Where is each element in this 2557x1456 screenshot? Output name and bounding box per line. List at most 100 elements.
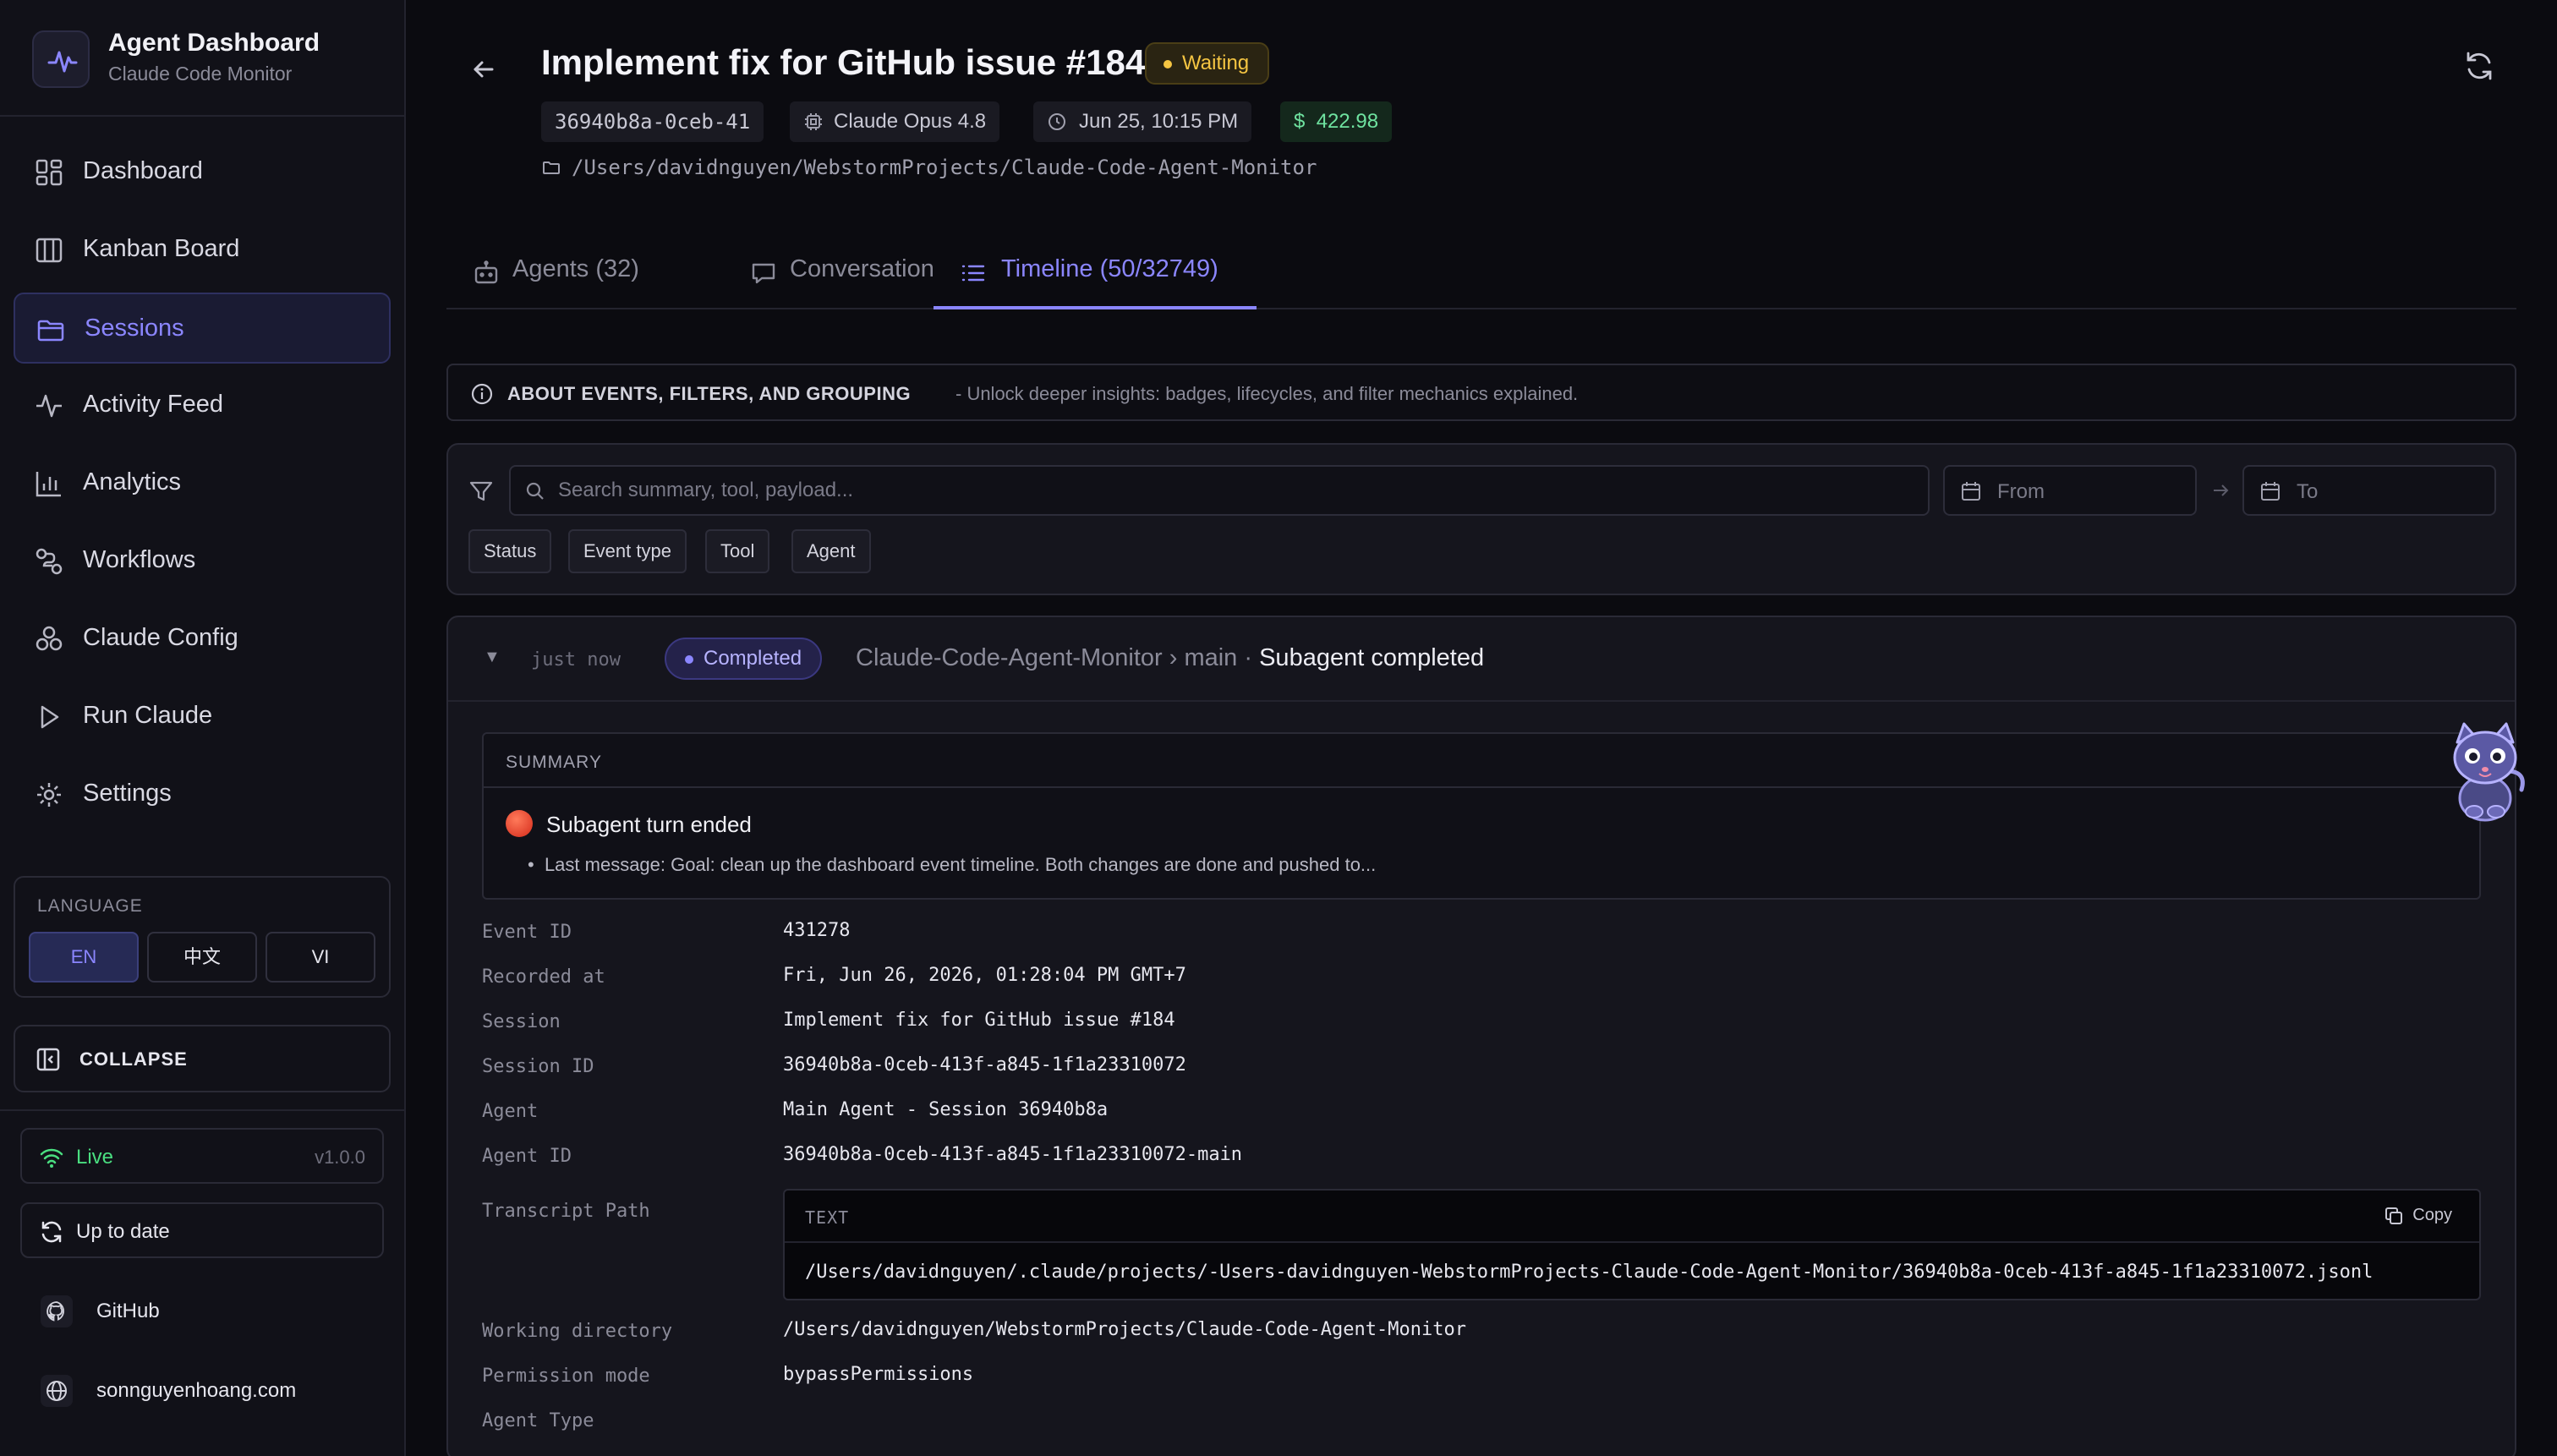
sidebar-item-sessions[interactable]: Sessions (14, 293, 391, 364)
live-label: Live (76, 1146, 114, 1169)
agent-id-key: Agent ID (482, 1146, 572, 1167)
sidebar-item-settings[interactable]: Settings (14, 759, 391, 830)
cost-label: 422.98 (1316, 110, 1379, 133)
list-icon (961, 265, 985, 282)
page-title: Implement fix for GitHub issue #184 (541, 42, 1146, 82)
from-date-input[interactable]: From (1943, 465, 2197, 516)
sidebar-item-label: Run Claude (83, 702, 213, 729)
sidebar-item-run-claude[interactable]: Run Claude (14, 681, 391, 753)
language-vi-button[interactable]: VI (266, 932, 375, 983)
sidebar-item-dashboard[interactable]: Dashboard (14, 137, 391, 208)
copy-button[interactable]: Copy (2384, 1206, 2452, 1225)
dollar-icon: $ (1294, 110, 1306, 133)
project-path-text: /Users/davidnguyen/WebstormProjects/Clau… (572, 156, 1317, 179)
about-events-toggle[interactable]: ABOUT EVENTS, FILTERS, AND GROUPING - Un… (446, 364, 2516, 421)
agent-key: Agent (482, 1101, 539, 1122)
website-label: sonnguyenhoang.com (96, 1379, 297, 1402)
from-placeholder: From (1997, 480, 2045, 503)
main-content: Implement fix for GitHub issue #184 Wait… (406, 0, 2557, 1456)
update-check-button[interactable]: Up to date (20, 1202, 384, 1258)
gear-icon (37, 783, 61, 807)
event-type-filter-button[interactable]: Event type (568, 529, 687, 573)
session-id-chip: 36940b8a-0ceb-41 (541, 101, 764, 142)
language-en-button[interactable]: EN (29, 932, 139, 983)
session-key: Session (482, 1011, 561, 1032)
copy-icon (2385, 1207, 2403, 1224)
search-icon (526, 482, 544, 500)
status-badge: Waiting (1145, 42, 1270, 85)
event-id-key: Event ID (482, 922, 572, 943)
summary-box: SUMMARY Subagent turn ended • Last messa… (482, 732, 2481, 900)
sidebar-item-label: Kanban Board (83, 235, 240, 262)
session-id-value: 36940b8a-0ceb-413f-a845-1f1a23310072 (783, 1054, 1186, 1076)
permission-mode-key: Permission mode (482, 1366, 650, 1387)
event-id-value: 431278 (783, 920, 851, 941)
summary-bullet-text: Last message: Goal: clean up the dashboa… (544, 854, 1377, 875)
working-directory-key: Working directory (482, 1321, 673, 1342)
search-input[interactable] (558, 467, 1911, 514)
clock-icon (1049, 113, 1065, 130)
github-label: GitHub (96, 1300, 160, 1322)
cat-mascot-icon[interactable] (2440, 720, 2530, 822)
tabs: Agents (32) Conversation Timeline (50/32… (446, 240, 2516, 309)
summary-title: SUMMARY (506, 753, 602, 772)
activity-logo-icon (32, 30, 90, 88)
filter-panel: From To Status Event type Tool Agent (446, 443, 2516, 595)
recorded-at-key: Recorded at (482, 966, 605, 988)
stop-icon (506, 810, 533, 837)
sidebar-item-workflows[interactable]: Workflows (14, 526, 391, 597)
agent-value: Main Agent - Session 36940b8a (783, 1099, 1109, 1120)
language-zh-button[interactable]: 中文 (147, 932, 257, 983)
transcript-path-value: /Users/davidnguyen/.claude/projects/-Use… (805, 1262, 2374, 1283)
folder-icon (37, 320, 64, 342)
sidebar-item-analytics[interactable]: Analytics (14, 448, 391, 519)
bar-chart-icon (36, 472, 61, 497)
tab-timeline[interactable]: Timeline (50/32749) (934, 240, 1257, 309)
robot-icon (474, 260, 498, 284)
sidebar-item-kanban-board[interactable]: Kanban Board (14, 215, 391, 286)
tab-conversation-label: Conversation (790, 255, 934, 282)
collapse-label: COLLAPSE (79, 1048, 188, 1070)
status-filter-button[interactable]: Status (468, 529, 552, 573)
start-time-chip: Jun 25, 10:15 PM (1033, 101, 1252, 142)
event-card: ▼ just now Completed Claude-Code-Agent-M… (446, 616, 2516, 1456)
tool-filter-button[interactable]: Tool (705, 529, 770, 573)
copy-label: Copy (2412, 1206, 2452, 1224)
app-subtitle: Claude Code Monitor (108, 63, 293, 85)
sidebar: Agent Dashboard Claude Code Monitor Dash… (0, 0, 406, 1456)
to-date-input[interactable]: To (2242, 465, 2496, 516)
summary-line: Subagent turn ended (546, 812, 752, 837)
summary-bullet: • Last message: Goal: clean up the dashb… (528, 854, 1377, 875)
code-header: TEXT Copy (785, 1191, 2479, 1243)
summary-header: SUMMARY (484, 734, 2479, 788)
github-link[interactable]: GitHub (20, 1284, 384, 1339)
back-arrow-icon[interactable] (467, 52, 501, 86)
sidebar-item-activity-feed[interactable]: Activity Feed (14, 370, 391, 441)
sidebar-item-claude-config[interactable]: Claude Config (14, 604, 391, 675)
chat-icon (752, 263, 775, 284)
globe-icon (41, 1375, 73, 1407)
website-link[interactable]: sonnguyenhoang.com (20, 1363, 384, 1419)
start-time-label: Jun 25, 10:15 PM (1079, 110, 1239, 133)
cost-chip: $ 422.98 (1280, 101, 1393, 142)
workflow-icon (36, 548, 63, 575)
live-status: Live v1.0.0 (20, 1128, 384, 1184)
info-icon (471, 383, 493, 405)
permission-mode-value: bypassPermissions (783, 1364, 974, 1385)
event-path: Claude-Code-Agent-Monitor › main · Subag… (856, 644, 1484, 672)
refresh-icon[interactable] (2462, 49, 2496, 83)
agent-type-key: Agent Type (482, 1410, 594, 1431)
recorded-at-value: Fri, Jun 26, 2026, 01:28:04 PM GMT+7 (783, 965, 1186, 986)
transcript-code-block: TEXT Copy /Users/davidnguyen/.claude/pro… (783, 1189, 2481, 1300)
tab-agents-label: Agents (32) (512, 255, 639, 282)
model-label: Claude Opus 4.8 (834, 110, 987, 133)
collapse-button[interactable]: COLLAPSE (14, 1025, 391, 1092)
tab-agents[interactable]: Agents (32) (472, 240, 692, 309)
session-value: Implement fix for GitHub issue #184 (783, 1010, 1175, 1031)
event-name: Subagent completed (1259, 644, 1485, 671)
to-placeholder: To (2297, 480, 2319, 503)
collapse-caret-icon[interactable]: ▼ (484, 648, 501, 667)
agent-filter-button[interactable]: Agent (791, 529, 871, 573)
dashboard-icon (36, 159, 63, 186)
event-header[interactable]: ▼ just now Completed Claude-Code-Agent-M… (448, 617, 2515, 702)
